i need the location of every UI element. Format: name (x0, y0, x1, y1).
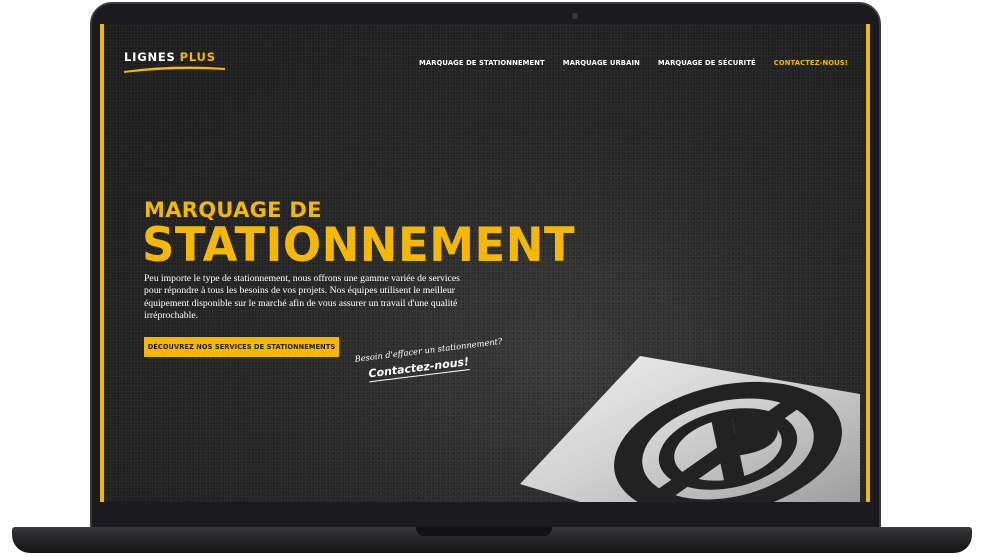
yellow-border-right (866, 24, 870, 502)
yellow-border-left (100, 24, 104, 502)
camera-icon (572, 13, 578, 19)
hero-description: Peu importe le type de stationnement, no… (144, 273, 460, 321)
brand-logo[interactable]: LIGNES PLUS (124, 50, 234, 80)
nav-item-marquage-urbain[interactable]: MARQUAGE URBAIN (563, 59, 640, 67)
no-parking-stencil-icon (520, 356, 860, 502)
website-screen: LIGNES PLUS MARQUAGE DE STATIONNEMENT MAR… (100, 24, 870, 502)
logo-word-lignes: LIGNES (124, 50, 176, 64)
hero-title: STATIONNEMENT (142, 217, 576, 273)
laptop-notch (416, 527, 552, 536)
logo-text: LIGNES PLUS (124, 50, 234, 64)
nav-item-marquage-securite[interactable]: MARQUAGE DE SÉCURITÉ (658, 59, 756, 67)
nav-item-contact[interactable]: CONTACTEZ-NOUS! (774, 59, 848, 67)
nav-item-marquage-stationnement[interactable]: MARQUAGE DE STATIONNEMENT (419, 59, 545, 67)
main-nav: MARQUAGE DE STATIONNEMENT MARQUAGE URBAI… (419, 59, 848, 67)
logo-swoosh-icon (124, 66, 225, 73)
logo-word-plus: PLUS (179, 50, 216, 64)
discover-services-button[interactable]: DÉCOUVREZ NOS SERVICES DE STATIONNEMENTS (144, 337, 339, 357)
